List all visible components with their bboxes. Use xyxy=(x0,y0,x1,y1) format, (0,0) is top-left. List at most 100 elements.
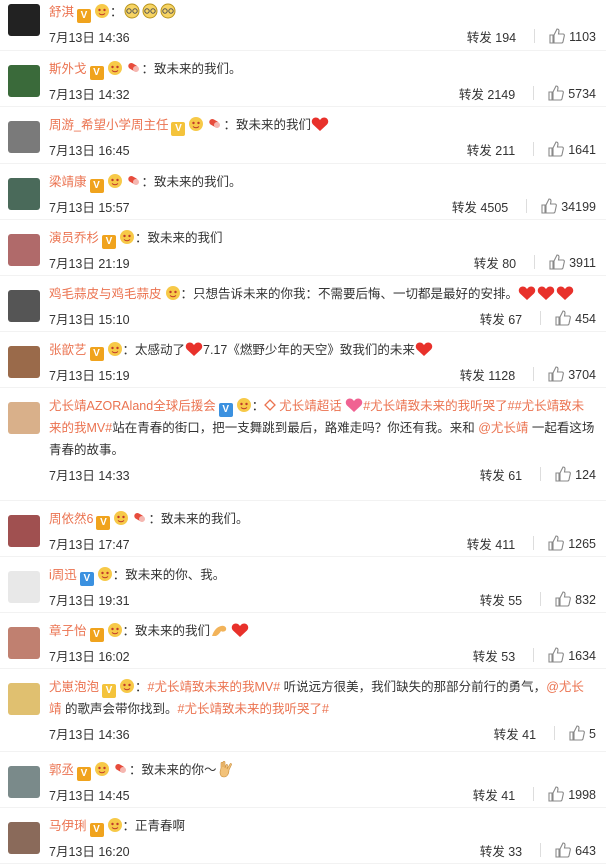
comment-meta: 7月13日 15:57 转发 4505 34199 xyxy=(49,193,596,219)
divider xyxy=(540,467,542,481)
comment-date: 7月13日 16:02 xyxy=(49,649,130,664)
avatar[interactable] xyxy=(8,766,40,798)
username-link[interactable]: 周依然6 xyxy=(49,512,93,526)
like-button[interactable]: 5734 xyxy=(548,85,596,101)
like-button[interactable]: 643 xyxy=(555,842,596,858)
comment-body: 舒淇 V： 7月13日 14:36 转发 194 1103 xyxy=(49,0,606,50)
username-link[interactable]: 梁靖康 xyxy=(49,175,87,189)
comment-date: 7月13日 14:36 xyxy=(49,727,130,742)
hashtag-link[interactable]: #尤长靖致未来的我听哭了# xyxy=(363,399,514,413)
repost-button[interactable]: 转发 411 xyxy=(467,534,515,553)
comment-text: 致未来的我们 xyxy=(135,624,211,638)
comment-item: i周迅 V ：致未来的你、我。 7月13日 19:31 转发 55 832 xyxy=(0,557,606,613)
like-button[interactable]: 1998 xyxy=(548,786,596,802)
repost-button[interactable]: 转发 80 xyxy=(474,253,516,272)
comment-meta: 7月13日 15:10 转发 67 454 xyxy=(49,305,596,331)
hearts-icon xyxy=(518,286,574,300)
repost-button[interactable]: 转发 1128 xyxy=(460,365,515,384)
repost-button[interactable]: 转发 41 xyxy=(473,785,515,804)
avatar[interactable] xyxy=(8,4,40,36)
hashtag-link[interactable]: #尤长靖致未来的我听哭了# xyxy=(178,702,329,716)
username-link[interactable]: 章子怡 xyxy=(49,624,87,638)
comment-date: 7月13日 14:32 xyxy=(49,87,130,102)
thumbs-up-icon xyxy=(555,466,572,482)
avatar[interactable] xyxy=(8,234,40,266)
like-button[interactable]: 34199 xyxy=(541,198,596,214)
like-button[interactable]: 5 xyxy=(569,725,596,741)
thumbs-up-icon xyxy=(548,366,565,382)
like-button[interactable]: 832 xyxy=(555,591,596,607)
avatar[interactable] xyxy=(8,822,40,854)
avatar[interactable] xyxy=(8,402,40,434)
avatar[interactable] xyxy=(8,683,40,715)
repost-button[interactable]: 转发 55 xyxy=(480,590,522,609)
avatar[interactable] xyxy=(8,346,40,378)
comment-meta: 7月13日 14:45 转发 41 1998 xyxy=(49,781,596,807)
super-topic-link[interactable]: 尤长靖超话 xyxy=(264,399,342,413)
username-link[interactable]: 演员乔杉 xyxy=(49,231,99,245)
thumbs-up-icon xyxy=(548,141,565,157)
username-link[interactable]: 鸡毛蒜皮与鸡毛蒜皮 xyxy=(49,287,162,301)
avatar[interactable] xyxy=(8,515,40,547)
comment-date: 7月13日 19:31 xyxy=(49,593,130,608)
repost-button[interactable]: 转发 2149 xyxy=(459,84,515,103)
repost-button[interactable]: 转发 33 xyxy=(480,841,522,860)
username-link[interactable]: 张歆艺 xyxy=(49,343,87,357)
like-button[interactable]: 3911 xyxy=(549,254,596,270)
comment-item: 郭丞 V ：致未来的你～ 7月13日 14:45 转发 41 1998 xyxy=(0,752,606,808)
comment-text: 致未来的我们。 xyxy=(154,62,242,76)
comment-text: 致未来的我们。 xyxy=(160,512,249,526)
avatar[interactable] xyxy=(8,627,40,659)
repost-button[interactable]: 转发 211 xyxy=(467,140,515,159)
comment-meta: 7月13日 14:36 转发 194 1103 xyxy=(49,23,596,49)
hashtag-link[interactable]: #尤长靖致未来的我MV# xyxy=(148,680,281,694)
like-button[interactable]: 1641 xyxy=(548,141,596,157)
thumbs-up-icon xyxy=(548,85,565,101)
thumbs-up-icon xyxy=(555,591,572,607)
username-link[interactable]: 舒淇 xyxy=(49,5,74,19)
repost-button[interactable]: 转发 41 xyxy=(494,724,536,743)
username-link[interactable]: i周迅 xyxy=(49,568,77,582)
avatar[interactable] xyxy=(8,65,40,97)
pill-tag-icon xyxy=(115,764,127,773)
heart-icon xyxy=(311,117,329,131)
like-button[interactable]: 454 xyxy=(555,310,596,326)
like-button[interactable]: 3704 xyxy=(548,366,596,382)
thumbs-up-icon xyxy=(555,842,572,858)
username-link[interactable]: 周游_希望小学周主任 xyxy=(49,118,168,132)
divider xyxy=(540,311,542,325)
mention-link[interactable]: @尤长靖 xyxy=(478,421,528,435)
comment-date: 7月13日 15:57 xyxy=(49,200,130,215)
repost-button[interactable]: 转发 4505 xyxy=(452,197,508,216)
repost-button[interactable]: 转发 53 xyxy=(473,646,515,665)
comment-body: 演员乔杉 V ：致未来的我们 7月13日 21:19 转发 80 3911 xyxy=(49,220,606,275)
vip-face-icon xyxy=(165,286,180,300)
repost-button[interactable]: 转发 194 xyxy=(467,27,516,46)
like-button[interactable]: 1265 xyxy=(548,535,596,551)
like-button[interactable]: 124 xyxy=(555,466,596,482)
comment-text: 只想告诉未来的你我：不需要后悔、一切都是最好的安排。 xyxy=(193,287,519,301)
username-link[interactable]: 尤长靖AZORAland全球后援会 xyxy=(49,399,216,413)
comment-meta: 7月13日 15:19 转发 1128 3704 xyxy=(49,361,596,387)
comment-list: 舒淇 V： 7月13日 14:36 转发 194 1103 斯外戈 V ：致未来的我们… xyxy=(0,0,606,864)
divider xyxy=(533,787,535,801)
username-link[interactable]: 马伊琍 xyxy=(49,819,87,833)
pill-tag-icon xyxy=(209,119,221,128)
comment-item: 鸡毛蒜皮与鸡毛蒜皮 ：只想告诉未来的你我：不需要后悔、一切都是最好的安排。 7月1… xyxy=(0,276,606,332)
like-button[interactable]: 1103 xyxy=(549,28,596,44)
username-link[interactable]: 斯外戈 xyxy=(49,62,87,76)
comment-date: 7月13日 17:47 xyxy=(49,537,130,552)
like-button[interactable]: 1634 xyxy=(548,647,596,663)
avatar[interactable] xyxy=(8,178,40,210)
repost-button[interactable]: 转发 67 xyxy=(480,309,522,328)
vip-face-icon xyxy=(107,342,122,356)
comment-date: 7月13日 16:20 xyxy=(49,844,130,859)
repost-button[interactable]: 转发 61 xyxy=(480,465,522,484)
username-link[interactable]: 郭丞 xyxy=(49,763,74,777)
divider xyxy=(534,255,536,269)
username-link[interactable]: 尤崽泡泡 xyxy=(49,680,99,694)
avatar[interactable] xyxy=(8,571,40,603)
avatar[interactable] xyxy=(8,290,40,322)
avatar[interactable] xyxy=(8,121,40,153)
vip-face-icon xyxy=(107,174,122,188)
